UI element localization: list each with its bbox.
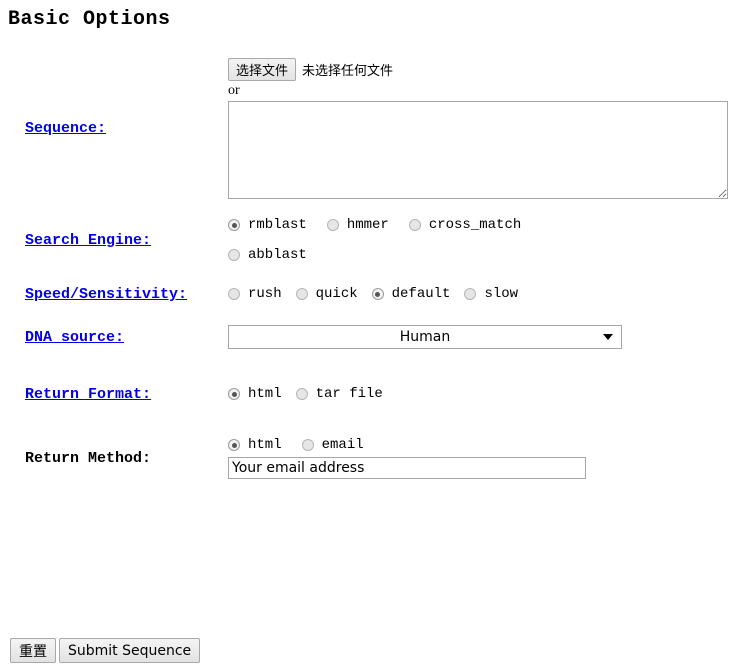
basic-options-page: Basic Options Sequence: 选择文件 未选择任何文件 or	[0, 0, 740, 671]
radio-speed-default[interactable]: default	[371, 286, 451, 302]
form-row-return-method: Return Method: html email	[0, 437, 740, 479]
radio-label: rush	[248, 286, 282, 302]
form-row-sequence: Sequence: 选择文件 未选择任何文件 or	[0, 56, 740, 199]
form-row-search-engine: Search Engine: rmblast hmmer cross_match…	[0, 217, 740, 263]
form-row-speed-sensitivity: Speed/Sensitivity: rush quick default sl…	[0, 285, 740, 303]
return-method-label: Return Method:	[25, 450, 152, 467]
radio-speed-quick[interactable]: quick	[295, 286, 358, 302]
search-engine-radio-group-row1: rmblast hmmer cross_match	[228, 217, 740, 233]
return-format-label-link[interactable]: Return Format:	[25, 386, 151, 403]
search-engine-radio-group-row2: abblast	[228, 247, 740, 263]
spacer-row-1	[0, 199, 740, 217]
search-engine-field-cell: rmblast hmmer cross_match abblast	[228, 217, 740, 263]
sequence-label-link[interactable]: Sequence:	[25, 120, 106, 137]
dna-source-select[interactable]: Human	[228, 325, 622, 349]
choose-file-button[interactable]: 选择文件	[228, 57, 297, 81]
form-button-bar: 重置 Submit Sequence	[10, 638, 201, 663]
radio-label: rmblast	[248, 217, 307, 233]
search-engine-label-link[interactable]: Search Engine:	[25, 232, 151, 249]
return-method-radio-group: html email	[228, 437, 740, 453]
radio-speed-slow[interactable]: slow	[464, 286, 518, 302]
file-upload-row: 选择文件 未选择任何文件	[228, 56, 740, 82]
radio-search-engine-hmmer[interactable]: hmmer	[326, 217, 389, 233]
radio-dot-icon	[371, 288, 384, 300]
radio-return-method-html[interactable]: html	[228, 437, 282, 453]
radio-dot-icon	[228, 288, 240, 300]
radio-label: cross_match	[428, 217, 522, 233]
speed-sensitivity-field-cell: rush quick default slow	[228, 285, 740, 303]
radio-dot-icon	[408, 219, 421, 231]
radio-label: slow	[484, 286, 519, 302]
radio-return-format-html[interactable]: html	[228, 386, 282, 402]
radio-label: default	[391, 286, 451, 302]
radio-dot-icon	[301, 439, 314, 451]
radio-return-format-tar[interactable]: tar file	[295, 386, 383, 402]
spacer-row-2	[0, 263, 740, 285]
radio-search-engine-rmblast[interactable]: rmblast	[228, 217, 307, 233]
sequence-label-cell: Sequence:	[0, 56, 228, 199]
spacer-row-3	[0, 303, 740, 325]
email-address-input[interactable]	[228, 457, 586, 479]
speed-sensitivity-label-link[interactable]: Speed/Sensitivity:	[25, 286, 187, 303]
radio-dot-icon	[228, 249, 240, 261]
return-format-radio-group: html tar file	[228, 386, 740, 402]
dna-source-field-cell: Human	[228, 325, 740, 349]
sequence-field-cell: 选择文件 未选择任何文件 or	[228, 56, 740, 199]
radio-label: quick	[315, 286, 358, 302]
return-format-field-cell: html tar file	[228, 385, 740, 403]
submit-sequence-button[interactable]: Submit Sequence	[59, 638, 201, 663]
radio-dot-icon	[228, 219, 240, 231]
spacer-row-5	[0, 403, 740, 437]
basic-options-form: Sequence: 选择文件 未选择任何文件 or Search Engine:	[0, 56, 740, 479]
dna-source-label-link[interactable]: DNA source:	[25, 329, 124, 346]
form-row-dna-source: DNA source: Human	[0, 325, 740, 349]
page-title: Basic Options	[8, 8, 171, 31]
radio-dot-icon	[295, 388, 308, 400]
or-separator-text: or	[228, 83, 240, 98]
radio-dot-icon	[326, 219, 339, 231]
speed-sensitivity-label-cell: Speed/Sensitivity:	[0, 285, 228, 303]
radio-speed-rush[interactable]: rush	[228, 286, 282, 302]
return-method-field-cell: html email	[228, 437, 740, 479]
return-format-label-cell: Return Format:	[0, 385, 228, 403]
form-row-return-format: Return Format: html tar file	[0, 385, 740, 403]
radio-dot-icon	[228, 388, 240, 400]
radio-label: email	[321, 437, 364, 453]
spacer-row-4	[0, 349, 740, 385]
chevron-down-icon	[603, 334, 613, 340]
radio-return-method-email[interactable]: email	[301, 437, 364, 453]
radio-label: abblast	[248, 247, 307, 263]
dna-source-selected-value: Human	[399, 329, 451, 345]
radio-dot-icon	[228, 439, 240, 451]
sequence-textarea[interactable]	[228, 101, 728, 199]
radio-label: html	[248, 437, 282, 453]
radio-search-engine-abblast[interactable]: abblast	[228, 247, 307, 263]
search-engine-label-cell: Search Engine:	[0, 217, 228, 263]
dna-source-label-cell: DNA source:	[0, 325, 228, 349]
file-status-text: 未选择任何文件	[302, 63, 394, 79]
radio-label: hmmer	[346, 217, 389, 233]
radio-search-engine-cross-match[interactable]: cross_match	[408, 217, 522, 233]
radio-dot-icon	[464, 288, 477, 300]
speed-sensitivity-radio-group: rush quick default slow	[228, 286, 740, 302]
reset-button[interactable]: 重置	[10, 638, 56, 663]
radio-dot-icon	[295, 288, 308, 300]
radio-label: tar file	[315, 386, 383, 402]
radio-label: html	[248, 386, 282, 402]
return-method-label-cell: Return Method:	[0, 437, 228, 479]
